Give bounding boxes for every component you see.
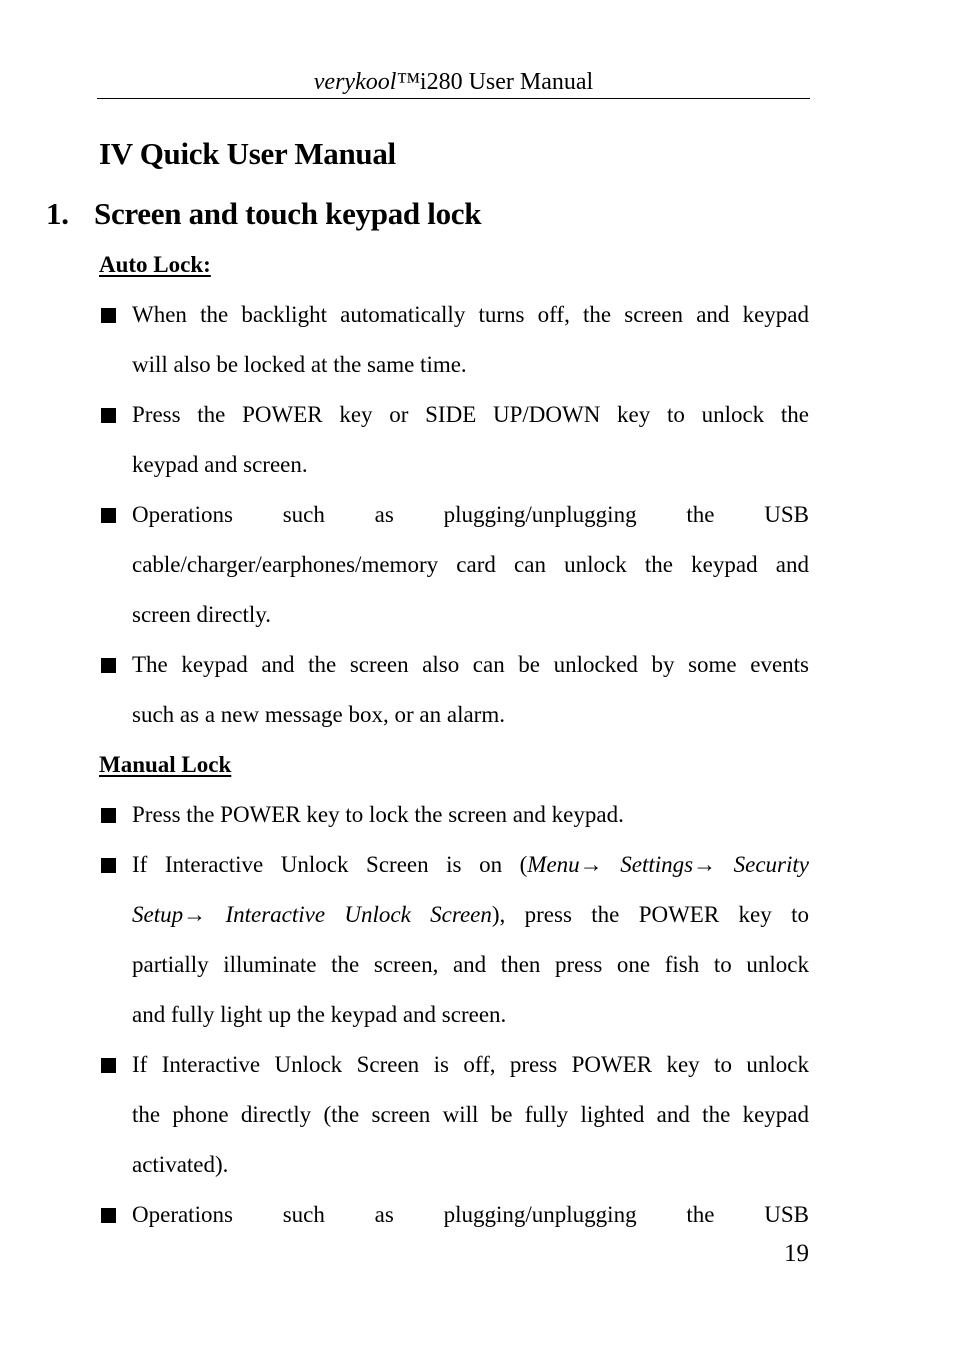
- auto-lock-bullet-2-line-2: keypad and screen.: [132, 452, 308, 477]
- manual-lock-bullet-1-line-1: Press the POWER key to lock the screen a…: [132, 802, 624, 827]
- bullet-square-icon: [101, 308, 116, 323]
- manual-lock-bullet-3-line-2: the phone directly (the screen will be f…: [132, 1102, 809, 1127]
- auto-lock-bullet-1-line-1: When the backlight automatically turns o…: [132, 302, 809, 327]
- section-number: 1.: [46, 196, 69, 231]
- auto-lock-heading: Auto Lock:: [99, 252, 211, 277]
- header-rule: [97, 98, 810, 99]
- manual-lock-bullet-2-line-4: and fully light up the keypad and screen…: [132, 1002, 507, 1027]
- auto-lock-bullet-3-line-2: cable/charger/earphones/memory card can …: [132, 552, 809, 577]
- manual-lock-bullet-2-line-2: Setup→ Interactive Unlock Screen), press…: [132, 900, 809, 930]
- page-number: 19: [784, 1240, 809, 1267]
- manual-title: i280 User Manual: [419, 69, 594, 95]
- manual-lock-bullet-3-line-1: If Interactive Unlock Screen is off, pre…: [132, 1052, 809, 1077]
- bullet-square-icon: [101, 1058, 116, 1073]
- auto-lock-bullet-3-line-3: screen directly.: [132, 602, 271, 627]
- bullet-square-icon: [101, 858, 116, 873]
- chapter-title: IV Quick User Manual: [99, 136, 396, 171]
- manual-lock-bullet-2-line-3: partially illuminate the screen, and the…: [132, 952, 809, 977]
- menu-path-item: Setup: [132, 902, 184, 927]
- text-segment: ), press the POWER key to: [491, 902, 809, 927]
- bullet-square-icon: [101, 658, 116, 673]
- menu-path-item: Interactive Unlock Screen: [225, 902, 492, 927]
- section-heading: 1. Screen and touch keypad lock: [46, 194, 482, 234]
- section-title: Screen and touch keypad lock: [94, 196, 482, 231]
- arrow-right-icon: →: [183, 902, 207, 927]
- menu-path-item: Menu: [527, 852, 580, 877]
- auto-lock-bullet-2-line-1: Press the POWER key or SIDE UP/DOWN key …: [132, 402, 809, 427]
- brand-name: verykool™: [313, 69, 420, 95]
- bullet-square-icon: [101, 808, 116, 823]
- bullet-square-icon: [101, 1208, 116, 1223]
- manual-lock-heading: Manual Lock: [99, 752, 232, 777]
- auto-lock-bullet-1-line-2: will also be locked at the same time.: [132, 352, 467, 377]
- bullet-square-icon: [101, 408, 116, 423]
- running-header: verykool™i280 User Manual: [97, 66, 810, 98]
- manual-lock-bullet-3-line-3: activated).: [132, 1152, 229, 1177]
- arrow-right-icon: →: [579, 852, 603, 877]
- text-segment: If Interactive Unlock Screen is on (: [132, 852, 528, 877]
- auto-lock-bullet-4-line-1: The keypad and the screen also can be un…: [132, 652, 809, 677]
- auto-lock-bullet-3-line-1: Operations such as plugging/unplugging t…: [132, 502, 809, 527]
- menu-path-item: Security: [733, 852, 809, 877]
- bullet-square-icon: [101, 508, 116, 523]
- manual-lock-bullet-4-line-1: Operations such as plugging/unplugging t…: [132, 1202, 809, 1227]
- manual-lock-bullet-2-line-1: If Interactive Unlock Screen is on (Menu…: [132, 850, 809, 880]
- menu-path-item: Settings: [620, 852, 694, 877]
- auto-lock-bullet-4-line-2: such as a new message box, or an alarm.: [132, 702, 505, 727]
- arrow-right-icon: →: [693, 852, 717, 877]
